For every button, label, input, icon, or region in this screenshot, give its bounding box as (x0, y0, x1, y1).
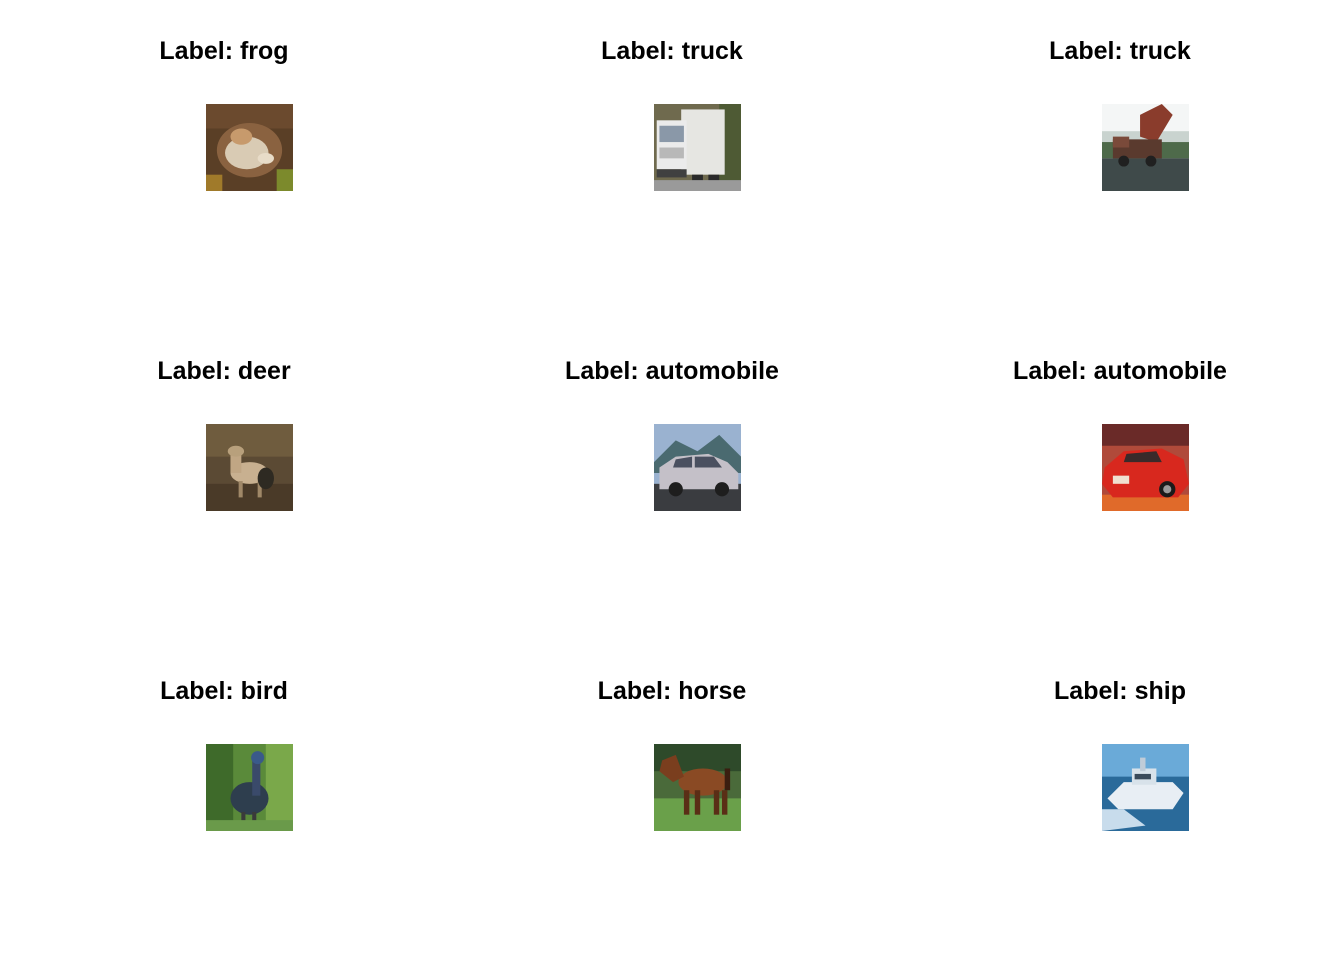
panel-title: Label: frog (159, 37, 289, 65)
panel-title: Label: automobile (565, 357, 779, 385)
panel-2: Label: truck (896, 0, 1344, 320)
bird-image (206, 744, 293, 831)
panel-5: Label: automobile (896, 320, 1344, 640)
panel-4: Label: automobile (448, 320, 896, 640)
silver-car-image (654, 424, 741, 511)
panel-title: Label: automobile (1013, 357, 1227, 385)
panel-3: Label: deer (0, 320, 448, 640)
panel-title: Label: ship (1054, 677, 1186, 705)
dump-truck-image (1102, 104, 1189, 191)
panel-6: Label: bird (0, 640, 448, 960)
panel-title: Label: truck (601, 37, 743, 65)
panel-1: Label: truck (448, 0, 896, 320)
horse-image (654, 744, 741, 831)
boat-image (1102, 744, 1189, 831)
truck-image (654, 104, 741, 191)
red-car-image (1102, 424, 1189, 511)
frog-image (206, 104, 293, 191)
panel-title: Label: bird (160, 677, 288, 705)
panel-0: Label: frog (0, 0, 448, 320)
panel-8: Label: ship (896, 640, 1344, 960)
deer-image (206, 424, 293, 511)
panel-title: Label: deer (157, 357, 291, 385)
panel-7: Label: horse (448, 640, 896, 960)
panel-title: Label: horse (597, 677, 747, 705)
panel-title: Label: truck (1049, 37, 1191, 65)
